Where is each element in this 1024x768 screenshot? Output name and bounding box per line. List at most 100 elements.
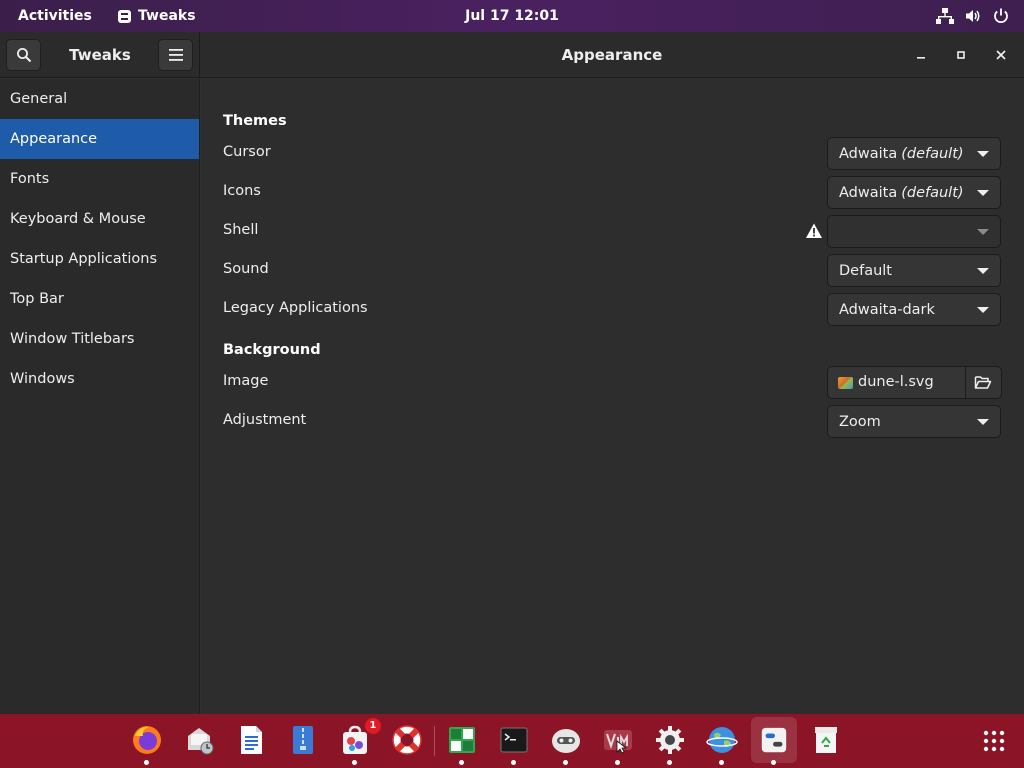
network-icon[interactable] bbox=[936, 7, 954, 25]
background-image-chooser[interactable]: dune-l.svg bbox=[827, 366, 1002, 399]
sidebar-item-appearance[interactable]: Appearance bbox=[0, 119, 199, 159]
maximize-icon bbox=[957, 51, 965, 59]
legacy-applications-label: Legacy Applications bbox=[223, 300, 368, 316]
settings-gear-icon bbox=[656, 726, 684, 754]
minimize-icon bbox=[917, 57, 925, 59]
image-file-icon bbox=[838, 377, 853, 389]
tweaks-window: Tweaks Appearance General Appearance Fon… bbox=[0, 32, 1024, 714]
app-title: Tweaks bbox=[69, 46, 131, 64]
running-indicator bbox=[771, 760, 776, 765]
terminal-icon bbox=[500, 727, 528, 753]
sound-theme-value: Default bbox=[839, 262, 892, 279]
vim-editor-icon bbox=[604, 730, 632, 754]
background-image-filename: dune-l.svg bbox=[858, 374, 934, 390]
sound-label: Sound bbox=[223, 261, 269, 277]
archive-manager-icon bbox=[293, 726, 313, 754]
dock-app-help[interactable] bbox=[389, 722, 425, 758]
main-menu-button[interactable] bbox=[158, 39, 193, 71]
firefox-icon bbox=[133, 726, 161, 754]
chooser-divider bbox=[965, 367, 966, 398]
close-button[interactable] bbox=[989, 43, 1013, 67]
search-icon bbox=[16, 48, 31, 63]
dock: 1 bbox=[0, 714, 1024, 768]
cursor-label: Cursor bbox=[223, 144, 271, 160]
dock-app-settings[interactable] bbox=[652, 722, 688, 758]
shell-theme-dropdown[interactable] bbox=[827, 215, 1001, 248]
appearance-panel: Themes Cursor Adwaita (default) Icons Adw… bbox=[201, 79, 1024, 714]
sidebar-item-top-bar[interactable]: Top Bar bbox=[0, 279, 199, 319]
dock-app-trash[interactable] bbox=[808, 722, 844, 758]
sound-theme-dropdown[interactable]: Default bbox=[827, 254, 1001, 287]
sidebar-item-general[interactable]: General bbox=[0, 79, 199, 119]
sidebar-item-windows[interactable]: Windows bbox=[0, 359, 199, 399]
running-indicator bbox=[615, 760, 620, 765]
running-indicator bbox=[511, 760, 516, 765]
dock-app-robot[interactable] bbox=[548, 722, 584, 758]
running-indicator bbox=[144, 760, 149, 765]
hamburger-menu-icon bbox=[168, 49, 183, 61]
dock-app-tweaks[interactable] bbox=[751, 717, 797, 763]
dock-app-firefox[interactable] bbox=[129, 722, 165, 758]
cursor-theme-default-tag: (default) bbox=[901, 145, 964, 162]
sidebar-item-window-titlebars[interactable]: Window Titlebars bbox=[0, 319, 199, 359]
top-bar: Activities Tweaks Jul 17 12:01 bbox=[0, 0, 1024, 32]
volume-icon[interactable] bbox=[964, 7, 982, 25]
dock-separator bbox=[434, 726, 435, 756]
app-menu[interactable]: Tweaks bbox=[118, 0, 196, 32]
chevron-down-icon bbox=[977, 419, 989, 425]
warning-icon bbox=[806, 223, 822, 238]
app-grid-icon[interactable] bbox=[982, 729, 1006, 753]
themes-heading: Themes bbox=[223, 113, 287, 129]
minimize-button[interactable] bbox=[909, 43, 933, 67]
icons-theme-value: Adwaita bbox=[839, 184, 898, 201]
sidebar-item-startup-applications[interactable]: Startup Applications bbox=[0, 239, 199, 279]
tweaks-app-icon bbox=[118, 9, 131, 23]
page-title: Appearance bbox=[561, 46, 663, 64]
chevron-down-icon bbox=[977, 151, 989, 157]
system-tray[interactable] bbox=[936, 0, 1010, 32]
dock-app-vim[interactable] bbox=[600, 722, 636, 758]
app-menu-label: Tweaks bbox=[138, 8, 196, 24]
background-adjustment-value: Zoom bbox=[839, 413, 881, 430]
dock-app-mail[interactable] bbox=[181, 722, 217, 758]
folder-open-icon[interactable] bbox=[974, 374, 992, 390]
activities-button[interactable]: Activities bbox=[18, 0, 92, 32]
running-indicator bbox=[667, 760, 672, 765]
chevron-down-icon bbox=[977, 190, 989, 196]
image-label: Image bbox=[223, 373, 269, 389]
search-button[interactable] bbox=[6, 39, 41, 71]
help-lifebuoy-icon bbox=[392, 725, 422, 755]
running-indicator bbox=[719, 760, 724, 765]
icons-label: Icons bbox=[223, 183, 261, 199]
header-left-pane: Tweaks bbox=[0, 32, 200, 78]
dock-app-terminal[interactable] bbox=[496, 722, 532, 758]
icons-theme-dropdown[interactable]: Adwaita (default) bbox=[827, 176, 1001, 209]
dock-app-writer[interactable] bbox=[233, 722, 269, 758]
dock-app-boxes[interactable] bbox=[444, 722, 480, 758]
background-adjustment-dropdown[interactable]: Zoom bbox=[827, 405, 1001, 438]
maximize-button[interactable] bbox=[949, 43, 973, 67]
dock-app-software[interactable]: 1 bbox=[337, 718, 381, 758]
cursor-theme-value: Adwaita bbox=[839, 145, 898, 162]
web-browser-globe-icon bbox=[706, 727, 738, 753]
power-icon[interactable] bbox=[992, 7, 1010, 25]
close-icon bbox=[996, 50, 1006, 60]
shell-label: Shell bbox=[223, 222, 259, 238]
sidebar-item-keyboard-mouse[interactable]: Keyboard & Mouse bbox=[0, 199, 199, 239]
dock-app-web[interactable] bbox=[704, 722, 740, 758]
sidebar-item-fonts[interactable]: Fonts bbox=[0, 159, 199, 199]
chevron-down-icon bbox=[977, 307, 989, 313]
running-indicator bbox=[563, 760, 568, 765]
cursor-theme-dropdown[interactable]: Adwaita (default) bbox=[827, 137, 1001, 170]
legacy-applications-dropdown[interactable]: Adwaita-dark bbox=[827, 293, 1001, 326]
text-document-icon bbox=[241, 726, 262, 754]
chevron-down-icon bbox=[977, 229, 989, 235]
header-bar: Tweaks Appearance bbox=[0, 32, 1024, 78]
chevron-down-icon bbox=[977, 268, 989, 274]
background-heading: Background bbox=[223, 342, 321, 358]
running-indicator bbox=[352, 760, 357, 765]
dock-app-archive[interactable] bbox=[285, 722, 321, 758]
sidebar: General Appearance Fonts Keyboard & Mous… bbox=[0, 79, 200, 714]
trash-recycle-icon bbox=[815, 727, 837, 753]
clock[interactable]: Jul 17 12:01 bbox=[465, 8, 559, 24]
